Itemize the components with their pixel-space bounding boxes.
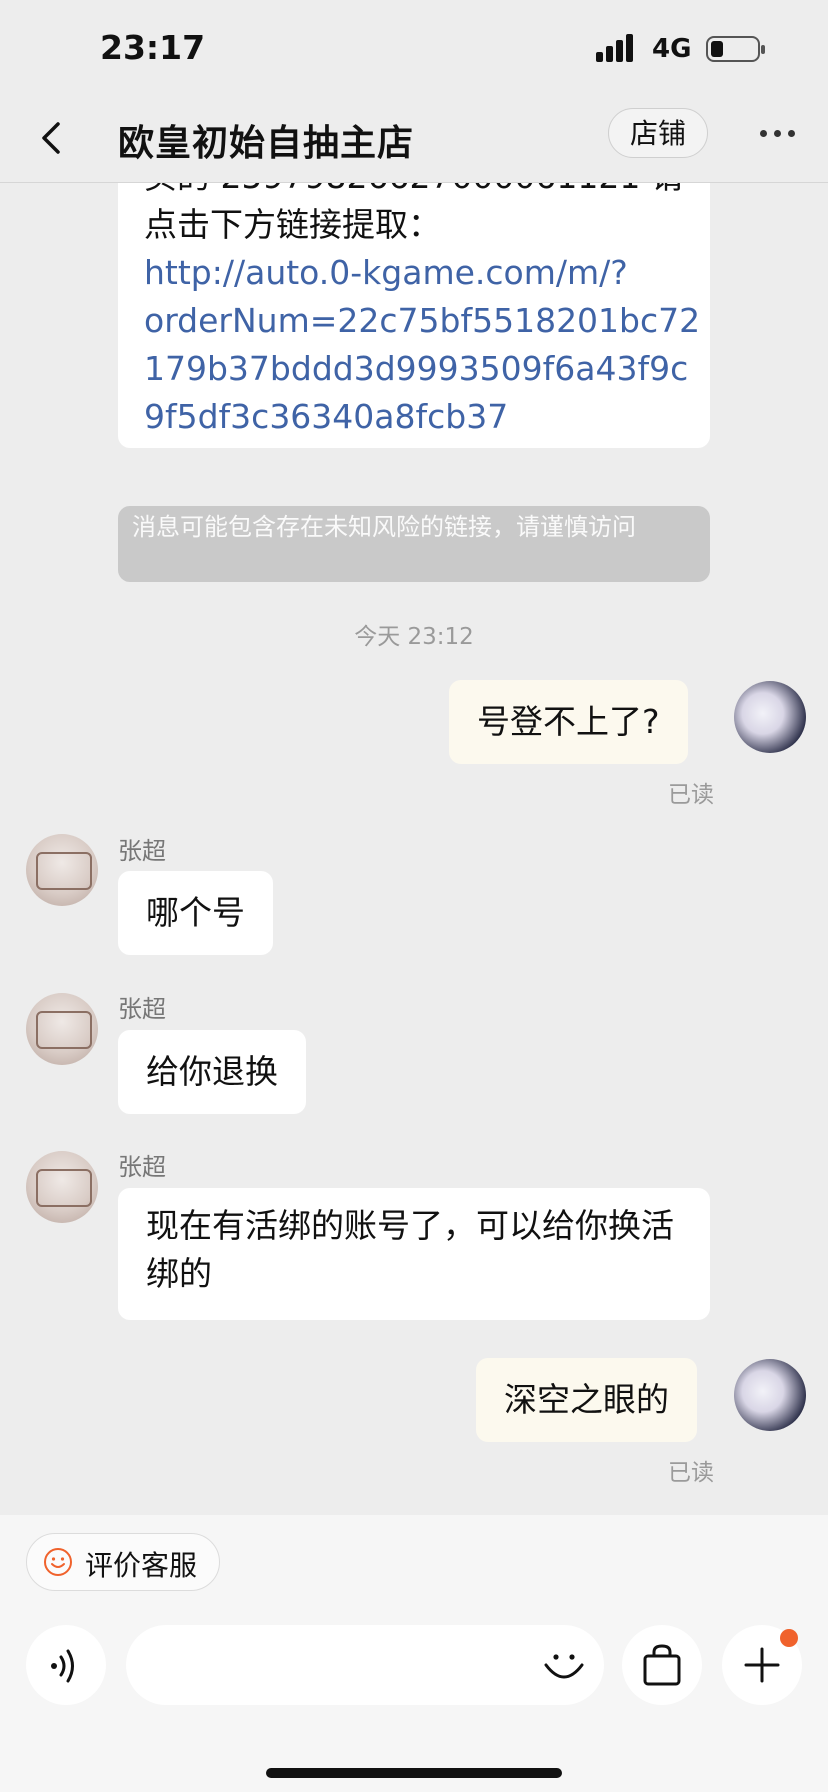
message-text: 点击下方链接提取：: [144, 205, 441, 244]
notification-dot: [780, 1629, 798, 1647]
shop-message-bubble: 给你退换: [118, 1030, 306, 1114]
network-type: 4G: [652, 34, 692, 64]
time-divider: 今天 23:12: [354, 624, 474, 650]
bottom-bar: 评价客服: [0, 1515, 828, 1792]
signal-icon: [596, 32, 640, 62]
chat-area[interactable]: 买的 25979826627000061121 请 点击下方链接提取： http…: [0, 183, 828, 1515]
shop-avatar[interactable]: [26, 1151, 98, 1223]
home-indicator[interactable]: [266, 1768, 562, 1778]
rate-service-label: 评价客服: [85, 1549, 198, 1582]
status-bar: 23:17 4G: [0, 0, 828, 100]
voice-button[interactable]: [26, 1625, 106, 1705]
my-message-bubble: 深空之眼的: [476, 1358, 697, 1442]
shop-message-bubble: 现在有活绑的账号了，可以给你换活绑的: [118, 1188, 710, 1320]
read-status: 已读: [668, 1460, 714, 1486]
order-button[interactable]: [622, 1625, 702, 1705]
smile-icon: [44, 1548, 72, 1576]
my-message-bubble: 号登不上了?: [449, 680, 688, 764]
battery-icon: [706, 36, 765, 62]
more-icon[interactable]: [758, 130, 798, 140]
sender-name: 张超: [118, 837, 166, 865]
sender-name: 张超: [118, 995, 166, 1023]
read-status: 已读: [668, 782, 714, 808]
my-avatar[interactable]: [734, 1359, 806, 1431]
risk-warning: 消息可能包含存在未知风险的链接，请谨慎访问: [118, 506, 710, 582]
rate-service-button[interactable]: 评价客服: [26, 1533, 220, 1591]
shop-button[interactable]: 店铺: [608, 108, 708, 158]
back-icon[interactable]: [34, 118, 74, 158]
sender-name: 张超: [118, 1153, 166, 1181]
order-link[interactable]: orderNum=22c75bf5518201bc72: [144, 297, 700, 345]
my-avatar[interactable]: [734, 681, 806, 753]
chat-header: 欧皇初始自抽主店 店铺: [0, 100, 828, 183]
shop-avatar[interactable]: [26, 834, 98, 906]
status-time: 23:17: [100, 28, 206, 67]
shop-avatar[interactable]: [26, 993, 98, 1065]
chat-title: 欧皇初始自抽主店: [118, 123, 415, 164]
shopping-bag-icon: [643, 1644, 681, 1686]
order-link[interactable]: http://auto.0-kgame.com/m/?: [144, 249, 700, 297]
order-link[interactable]: 179b37bddd3d9993509f6a43f9c: [144, 345, 700, 393]
order-link[interactable]: 9f5df3c36340a8fcb37: [144, 393, 700, 441]
message-input[interactable]: [126, 1625, 604, 1705]
voice-icon: [51, 1649, 74, 1683]
message-bubble-link: 买的 25979826627000061121 请 点击下方链接提取： http…: [118, 183, 710, 448]
emoji-icon[interactable]: [540, 1641, 588, 1689]
message-text: 买的 25979826627000061121 请: [144, 183, 700, 201]
shop-message-bubble: 哪个号: [118, 871, 273, 955]
